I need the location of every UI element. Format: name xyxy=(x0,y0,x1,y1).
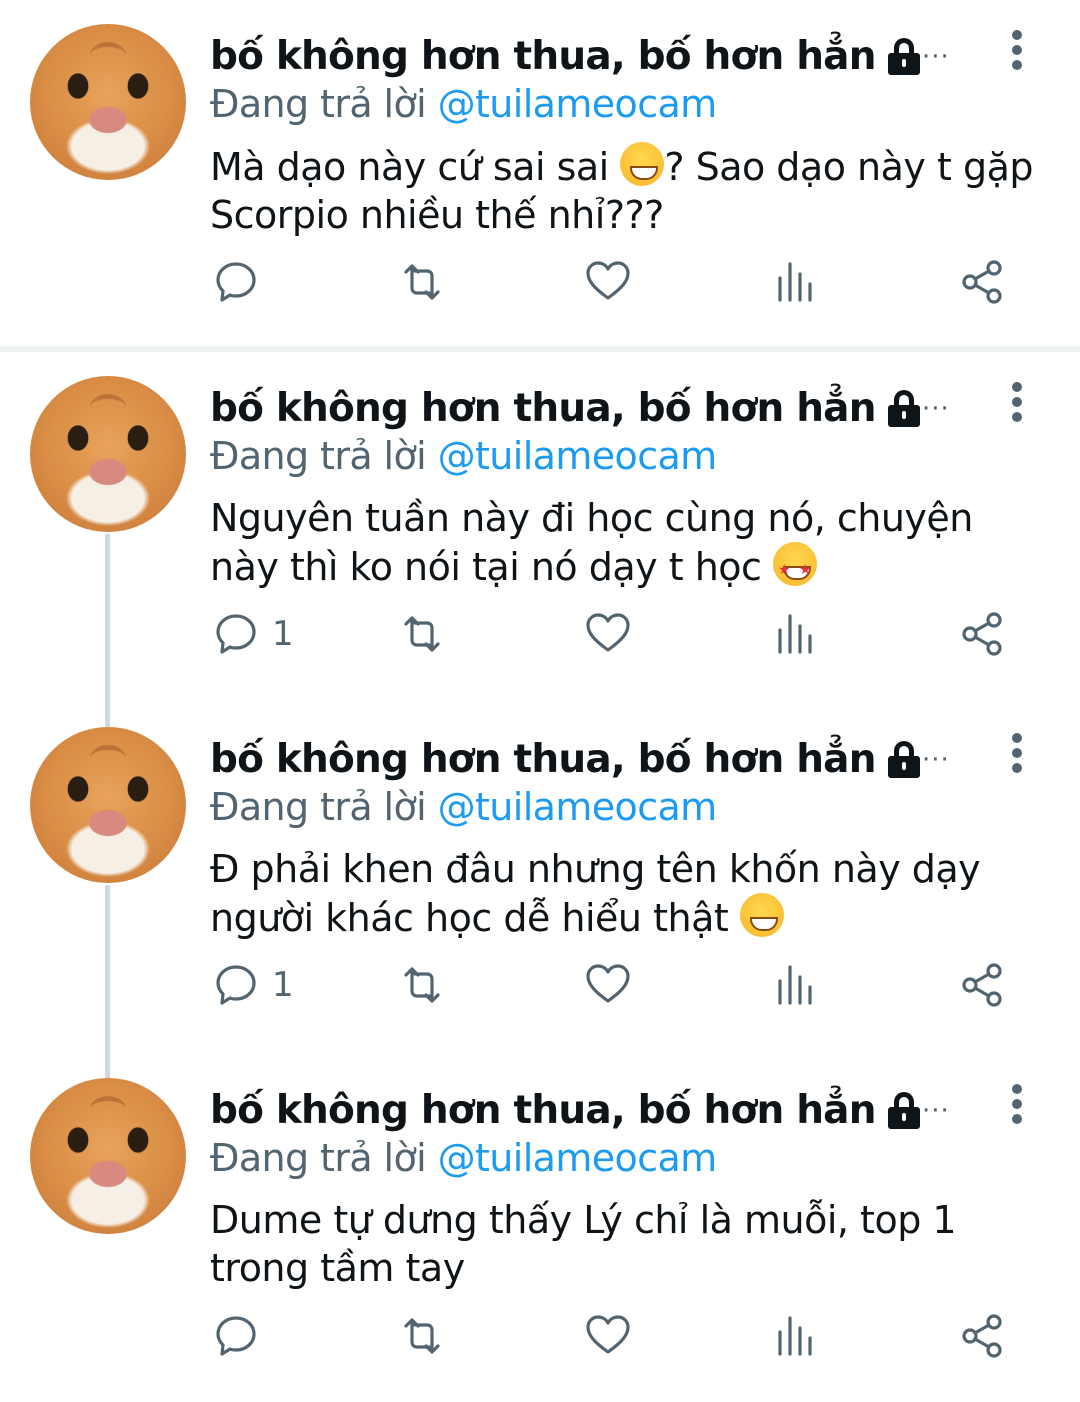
avatar[interactable] xyxy=(30,24,186,180)
more-options-button[interactable] xyxy=(1008,1084,1026,1124)
lock-icon xyxy=(886,739,920,779)
views-icon xyxy=(778,965,812,1005)
avatar[interactable] xyxy=(30,727,186,883)
thread-line xyxy=(105,703,110,727)
replying-to-label: Đang trả lời xyxy=(210,1136,438,1180)
tweet-text: Mà dạo này cứ sai sai ? Sao dạo này t gặ… xyxy=(210,142,1050,239)
like-icon xyxy=(586,1315,630,1354)
more-horizontal-icon: ··· xyxy=(922,42,950,72)
reply-icon xyxy=(216,965,256,1005)
views-icon xyxy=(778,614,812,654)
share-icon xyxy=(962,963,1002,1007)
more-options-button[interactable] xyxy=(1008,30,1026,70)
share-icon xyxy=(962,260,1002,304)
retweet-button[interactable] xyxy=(398,1306,446,1366)
views-button[interactable] xyxy=(772,252,820,312)
views-button[interactable] xyxy=(772,1306,820,1366)
replying-to: Đang trả lời @tuilameocam xyxy=(210,434,717,478)
lock-icon xyxy=(886,1090,920,1130)
more-options-button[interactable] xyxy=(1008,382,1026,422)
share-icon xyxy=(962,612,1002,656)
replying-to-label: Đang trả lời xyxy=(210,434,438,478)
share-button[interactable] xyxy=(958,1306,1006,1366)
reply-button[interactable]: 1 xyxy=(212,604,294,664)
action-bar: 1 xyxy=(0,955,1080,1015)
action-bar xyxy=(0,1306,1080,1366)
more-options-button[interactable] xyxy=(1008,733,1026,773)
views-button[interactable] xyxy=(772,604,820,664)
retweet-button[interactable] xyxy=(398,955,446,1015)
retweet-icon xyxy=(404,616,440,652)
share-button[interactable] xyxy=(958,252,1006,312)
like-button[interactable] xyxy=(584,955,632,1015)
divider xyxy=(0,346,1080,352)
replying-to: Đang trả lời @tuilameocam xyxy=(210,785,717,829)
reply-handle-link[interactable]: @tuilameocam xyxy=(438,434,718,478)
reply-button[interactable]: 1 xyxy=(212,955,294,1015)
like-button[interactable] xyxy=(584,1306,632,1366)
more-horizontal-icon: ··· xyxy=(922,1096,950,1126)
reply-count: 1 xyxy=(272,614,294,654)
like-icon xyxy=(586,261,630,300)
replying-to-label: Đang trả lời xyxy=(210,82,438,126)
reply-icon xyxy=(216,1316,256,1356)
display-name[interactable]: bố không hơn thua, bố hơn hẳn xyxy=(210,737,876,782)
replying-to: Đang trả lời @tuilameocam xyxy=(210,82,717,126)
tweet-text: Dume tự dưng thấy Lý chỉ là muỗi, top 1 … xyxy=(210,1198,957,1290)
avatar[interactable] xyxy=(30,376,186,532)
action-bar xyxy=(0,252,1080,312)
lock-icon xyxy=(886,388,920,428)
retweet-icon xyxy=(404,967,440,1003)
reply-handle-link[interactable]: @tuilameocam xyxy=(438,82,718,126)
retweet-button[interactable] xyxy=(398,604,446,664)
reply-button[interactable] xyxy=(212,252,272,312)
action-bar: 1 xyxy=(0,604,1080,664)
share-button[interactable] xyxy=(958,955,1006,1015)
display-name[interactable]: bố không hơn thua, bố hơn hẳn xyxy=(210,1088,876,1133)
replying-to: Đang trả lời @tuilameocam xyxy=(210,1136,717,1180)
like-button[interactable] xyxy=(584,604,632,664)
retweet-icon xyxy=(404,1318,440,1354)
views-icon xyxy=(778,1316,812,1356)
like-button[interactable] xyxy=(584,252,632,312)
thread-line xyxy=(105,1054,110,1078)
reply-icon xyxy=(216,614,256,654)
reply-icon xyxy=(216,262,256,302)
reply-handle-link[interactable]: @tuilameocam xyxy=(438,785,718,829)
grinning-sweat-emoji xyxy=(620,142,665,186)
reply-handle-link[interactable]: @tuilameocam xyxy=(438,1136,718,1180)
display-name[interactable]: bố không hơn thua, bố hơn hẳn xyxy=(210,34,876,79)
views-button[interactable] xyxy=(772,955,820,1015)
like-icon xyxy=(586,964,630,1003)
reply-count: 1 xyxy=(272,965,294,1005)
avatar[interactable] xyxy=(30,1078,186,1234)
display-name[interactable]: bố không hơn thua, bố hơn hẳn xyxy=(210,386,876,431)
like-icon xyxy=(586,613,630,652)
share-button[interactable] xyxy=(958,604,1006,664)
views-icon xyxy=(778,262,812,302)
grinning-sweat-emoji xyxy=(739,893,784,937)
replying-to-label: Đang trả lời xyxy=(210,785,438,829)
tweet-text: Nguyên tuần này đi học cùng nó, chuyện n… xyxy=(210,494,1050,594)
more-horizontal-icon: ··· xyxy=(922,394,950,424)
lock-icon xyxy=(886,36,920,76)
tweet-text: Đ phải khen đâu nhưng tên khốn này dạy n… xyxy=(210,847,981,940)
retweet-button[interactable] xyxy=(398,252,446,312)
retweet-icon xyxy=(404,264,440,300)
reply-button[interactable] xyxy=(212,1306,272,1366)
share-icon xyxy=(962,1314,1002,1358)
star-struck-emoji xyxy=(773,542,817,594)
more-horizontal-icon: ··· xyxy=(922,745,950,775)
